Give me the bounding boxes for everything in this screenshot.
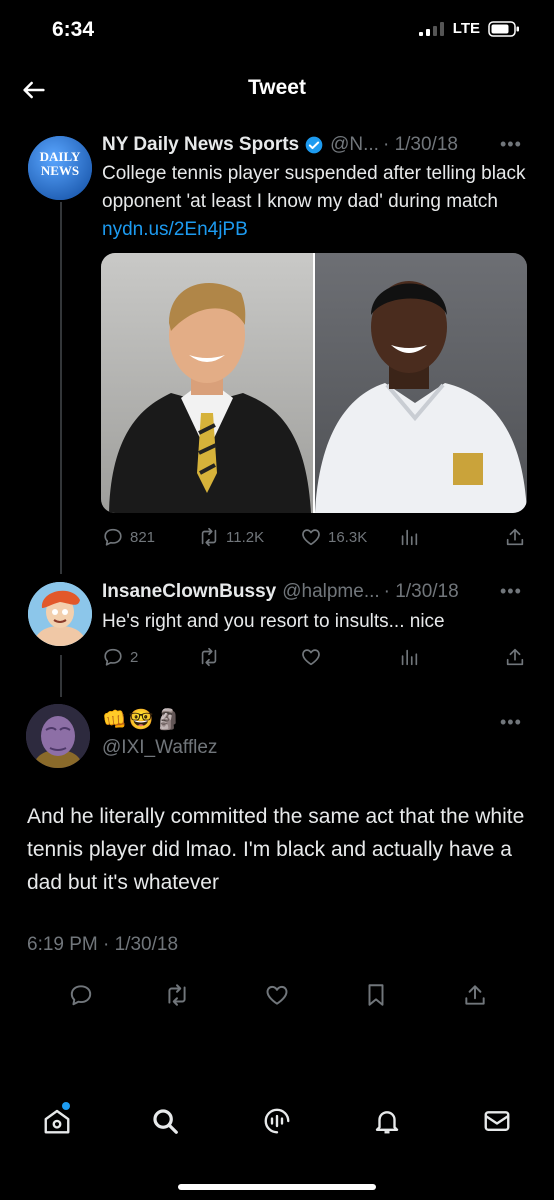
avatar[interactable] xyxy=(26,704,90,768)
reply-button[interactable]: 2 xyxy=(102,646,138,668)
tab-bar xyxy=(0,1100,554,1150)
share-icon xyxy=(506,528,524,546)
tab-messages[interactable] xyxy=(482,1106,512,1136)
tab-spaces[interactable] xyxy=(262,1106,292,1136)
tweet-date: · 1/30/18 xyxy=(382,134,458,155)
thread-line xyxy=(60,202,62,574)
more-options-icon[interactable]: ••• xyxy=(500,134,522,155)
retweet-count: 11.2K xyxy=(226,528,265,546)
photo-right xyxy=(315,253,527,513)
network-label: LTE xyxy=(452,20,480,37)
tweet-header: InsaneClownBussy @halpme... · 1/30/18 xyxy=(102,581,492,603)
retweet-button[interactable]: 11.2K xyxy=(198,526,264,548)
thread-line xyxy=(60,655,62,697)
tab-notifications[interactable] xyxy=(372,1106,402,1136)
search-icon xyxy=(153,1109,178,1134)
tweet-text: College tennis player suspended after te… xyxy=(102,163,526,240)
author-name[interactable]: InsaneClownBussy xyxy=(102,581,276,603)
author-handle[interactable]: @IXI_Wafflez xyxy=(102,737,217,759)
bell-icon xyxy=(375,1111,399,1134)
more-options-icon[interactable]: ••• xyxy=(500,581,522,602)
like-count: 16.3K xyxy=(328,528,368,546)
notification-dot xyxy=(62,1102,70,1110)
heart-icon xyxy=(266,985,288,1005)
tweet-actions: 2 xyxy=(102,646,528,670)
analytics-icon xyxy=(401,649,418,666)
share-button[interactable] xyxy=(504,646,526,668)
like-button[interactable] xyxy=(300,646,322,668)
reply-button[interactable] xyxy=(68,982,94,1008)
more-options-icon[interactable]: ••• xyxy=(500,712,522,733)
main-tweet-text: And he literally committed the same act … xyxy=(27,805,525,894)
tweet-actions: 821 11.2K 16.3K xyxy=(102,526,528,550)
retweet-button[interactable] xyxy=(198,646,220,668)
battery-icon xyxy=(488,20,519,37)
reply-icon xyxy=(104,648,122,666)
photo-left xyxy=(101,253,313,513)
retweet-button[interactable] xyxy=(164,982,190,1008)
reply-count: 821 xyxy=(130,528,156,546)
spaces-icon xyxy=(264,1108,290,1134)
home-indicator xyxy=(178,1184,376,1190)
bookmark-icon xyxy=(368,984,384,1006)
share-button[interactable] xyxy=(462,982,488,1008)
share-icon xyxy=(506,648,524,666)
avatar-logo-text: NEWS xyxy=(40,163,80,178)
reply-count: 2 xyxy=(130,648,139,666)
tweet-header: NY Daily News Sports @N... · 1/30/18 xyxy=(102,134,482,156)
mail-icon xyxy=(484,1111,510,1131)
retweet-icon xyxy=(201,647,217,667)
share-icon xyxy=(465,985,485,1005)
tweet-media[interactable] xyxy=(101,253,527,513)
tab-home[interactable] xyxy=(42,1106,72,1136)
reply-icon xyxy=(70,985,92,1006)
verified-badge-icon xyxy=(305,136,323,154)
tweet-text: He's right and you resort to insults... … xyxy=(102,611,445,632)
avatar[interactable]: DAILY NEWS xyxy=(28,136,92,200)
author-handle[interactable]: @halpme... xyxy=(282,581,379,603)
page-title: Tweet xyxy=(248,76,306,99)
heart-icon xyxy=(302,649,320,666)
retweet-icon xyxy=(168,984,186,1006)
status-time: 6:34 xyxy=(52,18,95,41)
retweet-icon xyxy=(201,527,217,547)
display-name-emojis[interactable]: 👊🤓🗿 xyxy=(102,707,183,732)
portrait-illustration xyxy=(109,283,311,513)
like-button[interactable] xyxy=(264,982,290,1008)
signal-icon xyxy=(418,21,444,36)
tweet-date: · 1/30/18 xyxy=(383,581,459,602)
author-name[interactable]: NY Daily News Sports xyxy=(102,134,299,156)
portrait-illustration xyxy=(315,281,527,513)
tweet-timestamp: 6:19 PM · 1/30/18 xyxy=(27,934,179,955)
avatar-image xyxy=(26,704,90,768)
heart-icon xyxy=(302,529,320,546)
share-button[interactable] xyxy=(504,526,526,548)
back-button[interactable] xyxy=(20,76,48,104)
bookmark-button[interactable] xyxy=(363,982,389,1008)
analytics-button[interactable] xyxy=(398,526,420,548)
main-tweet-actions xyxy=(0,982,554,1010)
status-indicators: LTE xyxy=(418,20,520,37)
like-button[interactable]: 16.3K xyxy=(300,526,367,548)
reply-button[interactable]: 821 xyxy=(102,526,155,548)
cartoon-avatar-image xyxy=(28,582,92,646)
home-icon xyxy=(44,1109,70,1134)
author-handle[interactable]: @N... xyxy=(330,134,379,156)
analytics-button[interactable] xyxy=(398,646,420,668)
avatar-logo-text: DAILY xyxy=(39,149,81,164)
avatar[interactable] xyxy=(28,582,92,646)
tweet-link[interactable]: nydn.us/2En4jPB xyxy=(102,219,248,240)
arrow-left-icon xyxy=(23,81,45,99)
analytics-icon xyxy=(401,529,418,546)
reply-icon xyxy=(104,528,122,546)
tab-search[interactable] xyxy=(150,1106,180,1136)
